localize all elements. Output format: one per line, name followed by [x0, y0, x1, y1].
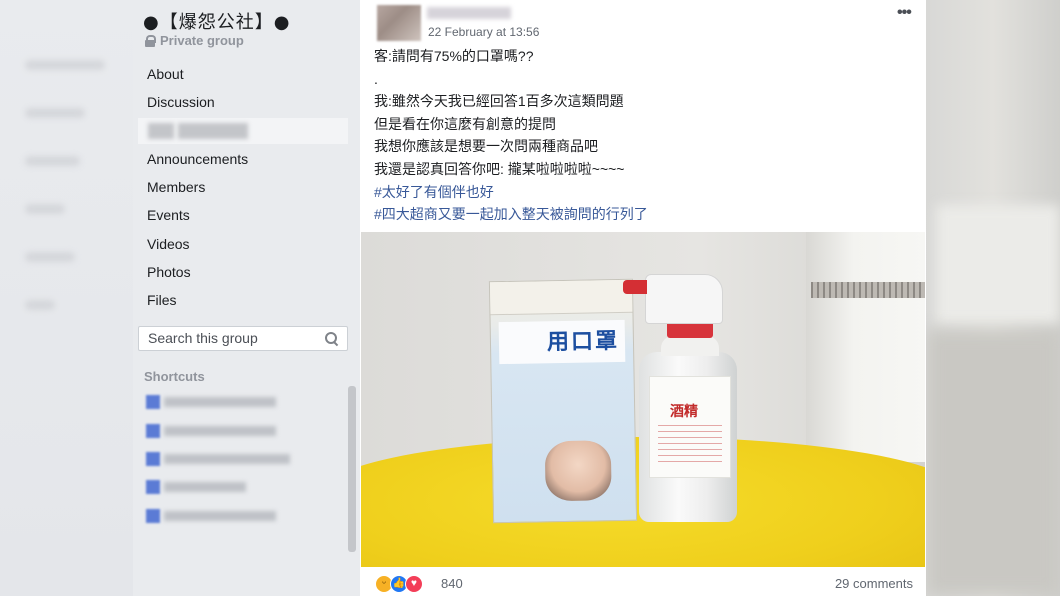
nav-photos[interactable]: Photos [133, 258, 360, 286]
post-line: . [374, 70, 378, 87]
more-options-icon[interactable]: ••• [897, 4, 912, 22]
post-footer: ᵕ 👍 ♥ 840 29 comments [361, 567, 925, 596]
sidebar-scrollbar[interactable] [348, 386, 356, 552]
avatar[interactable] [377, 5, 421, 41]
search-icon[interactable] [325, 332, 339, 347]
post-body: 客:請問有75%的口罩嗎?? . 我:雖然今天我已經回答1百多次這類問題 但是看… [374, 45, 648, 226]
post-line: 我想你應該是想要一次問兩種商品吧 [374, 138, 598, 155]
nav-discussion[interactable]: Discussion [133, 88, 360, 116]
nav-members[interactable]: Members [133, 173, 360, 201]
lock-icon [145, 34, 156, 47]
shortcuts-heading: Shortcuts [144, 369, 205, 384]
privacy-indicator: Private group [145, 33, 244, 48]
group-nav: About Discussion Announcements Members E… [133, 60, 360, 315]
post-line: 我:雖然今天我已經回答1百多次這類問題 [374, 93, 624, 110]
redacted-nav-item [138, 118, 348, 144]
mask-label: 用口罩 [498, 319, 626, 365]
search-input[interactable] [139, 327, 318, 348]
hashtag-link[interactable]: #太好了有個伴也好 [374, 181, 648, 204]
alcohol-bottle: 酒精 [623, 274, 737, 522]
nav-about[interactable]: About [133, 60, 360, 88]
bottle-label: 酒精 [670, 404, 698, 420]
privacy-label: Private group [160, 33, 244, 48]
group-name[interactable]: ●【爆怨公社】● [143, 8, 290, 34]
background-left [0, 0, 133, 596]
post-line: 但是看在你這麼有創意的提問 [374, 115, 556, 132]
post-photo[interactable]: 用口罩 酒精 [361, 232, 925, 567]
nav-videos[interactable]: Videos [133, 230, 360, 258]
reaction-icons[interactable]: ᵕ 👍 ♥ [375, 575, 423, 593]
group-search[interactable] [138, 326, 348, 351]
nav-files[interactable]: Files [133, 286, 360, 314]
post-timestamp[interactable]: 22 February at 13:56 [428, 25, 539, 39]
nav-announcements[interactable]: Announcements [133, 145, 360, 173]
mask-package: 用口罩 [488, 278, 638, 524]
comments-link[interactable]: 29 comments [835, 576, 913, 591]
author-name-redacted[interactable] [427, 7, 511, 19]
reaction-count[interactable]: 840 [441, 576, 463, 591]
hashtag-link[interactable]: #四大超商又要一起加入整天被詢問的行列了 [374, 203, 648, 226]
background-right [926, 0, 1060, 596]
love-icon[interactable]: ♥ [405, 575, 423, 593]
post-line: 我還是認真回答你吧: 攏某啦啦啦啦~~~~ [374, 160, 625, 177]
nav-events[interactable]: Events [133, 201, 360, 229]
post-line: 客:請問有75%的口罩嗎?? [374, 48, 534, 64]
